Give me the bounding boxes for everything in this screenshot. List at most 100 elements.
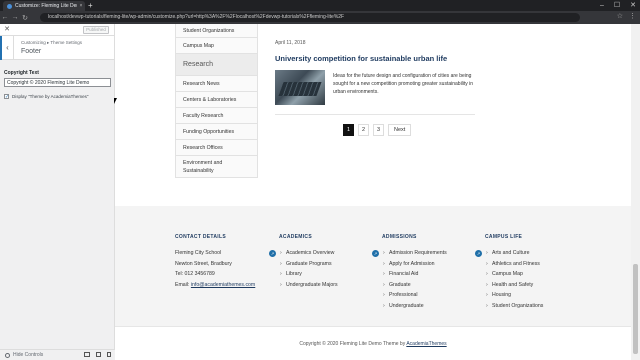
- tab-close-icon[interactable]: ×: [77, 3, 85, 9]
- copyright-text-input[interactable]: [4, 78, 111, 87]
- sidenav-heading[interactable]: Research: [175, 54, 258, 76]
- footer-link[interactable]: Professional: [382, 290, 447, 301]
- campus-life-list: ↗ Arts and Culture Athletics and Fitness…: [475, 248, 543, 312]
- publish-button[interactable]: Published: [83, 26, 109, 34]
- browser-menu-icon[interactable]: ⋮: [629, 12, 636, 20]
- footer-contact-column: CONTACT DETAILS Fleming City School Newt…: [175, 234, 255, 290]
- sidenav-item[interactable]: Centers & Laboratories: [175, 92, 258, 108]
- new-tab-button[interactable]: +: [88, 1, 93, 10]
- minimize-icon[interactable]: –: [600, 0, 604, 11]
- browser-tab[interactable]: Customize: Fleming Lite Demo ×: [3, 1, 85, 11]
- footer-link[interactable]: Library: [279, 269, 338, 280]
- address-bar[interactable]: localhost/devwp-tutorials/fleming-lite/w…: [40, 13, 580, 22]
- back-chevron-icon[interactable]: ‹: [0, 36, 14, 60]
- window-close-icon[interactable]: ✕: [630, 0, 636, 11]
- footer-link[interactable]: Undergraduate: [382, 301, 447, 312]
- news-excerpt: Ideas for the future design and configur…: [333, 73, 474, 95]
- contact-name: Fleming City School: [175, 250, 222, 256]
- footer-campus-life-column: CAMPUS LIFE ↗ Arts and Culture Athletics…: [475, 234, 543, 312]
- display-theme-credit-label: Display "Theme by AcademiaThemes": [12, 94, 89, 99]
- footer-link[interactable]: Admission Requirements: [382, 248, 447, 259]
- admissions-list: ↗ Admission Requirements Apply for Admis…: [372, 248, 447, 312]
- back-arrow-icon[interactable]: ←: [0, 14, 10, 21]
- site-footer: CONTACT DETAILS Fleming City School Newt…: [115, 206, 631, 326]
- footer-link[interactable]: Apply for Admission: [382, 259, 447, 270]
- forward-arrow-icon[interactable]: →: [10, 14, 20, 21]
- footer-link[interactable]: Health and Safety: [485, 280, 543, 291]
- copyright-text: Copyright © 2020 Fleming Lite Demo Theme…: [299, 341, 406, 347]
- hide-controls-button[interactable]: Hide Controls: [5, 352, 43, 358]
- news-title-link[interactable]: University competition for sustainable u…: [275, 54, 447, 63]
- footer-link[interactable]: Financial Aid: [382, 269, 447, 280]
- preview-scrollbar[interactable]: [631, 24, 640, 360]
- pagination: 1 2 3 Next: [343, 124, 412, 136]
- browser-toolbar: ← → ↻ localhost/devwp-tutorials/fleming-…: [0, 11, 640, 24]
- maximize-icon[interactable]: ☐: [614, 0, 620, 11]
- external-link-icon: ↗: [475, 250, 482, 257]
- tab-title: Customize: Fleming Lite Demo: [15, 3, 77, 9]
- contact-address: Newton Street, Bradbury: [175, 260, 232, 267]
- sidenav-item[interactable]: Research News: [175, 76, 258, 92]
- display-theme-credit-option[interactable]: ✓ Display "Theme by AcademiaThemes": [4, 94, 89, 100]
- bookmark-star-icon[interactable]: ☆: [617, 12, 623, 20]
- hide-controls-label: Hide Controls: [13, 352, 44, 358]
- footer-link[interactable]: Campus Map: [485, 269, 543, 280]
- footer-academics-column: ACADEMICS ↗ Academics Overview Graduate …: [269, 234, 338, 291]
- mouse-cursor-icon: [114, 98, 120, 104]
- research-side-nav: Student Organizations Campus Map Researc…: [175, 24, 258, 178]
- tablet-preview-icon[interactable]: [96, 352, 101, 357]
- footer-link[interactable]: Arts and Culture: [485, 248, 543, 259]
- contact-email-label: Email:: [175, 281, 190, 288]
- sidenav-item[interactable]: Student Organizations: [175, 24, 258, 38]
- display-theme-credit-checkbox[interactable]: ✓: [4, 94, 9, 100]
- contact-email-link[interactable]: info@academiathemes.com: [191, 282, 255, 288]
- copyright-text-label: Copyright Text: [4, 70, 39, 76]
- sidenav-item[interactable]: Research Offices: [175, 140, 258, 156]
- footer-link[interactable]: Athletics and Fitness: [485, 259, 543, 270]
- footer-link[interactable]: Academics Overview: [279, 248, 338, 259]
- device-preview-buttons: [84, 352, 111, 357]
- external-link-icon: ↗: [269, 250, 276, 257]
- footer-admissions-column: ADMISSIONS ↗ Admission Requirements Appl…: [372, 234, 447, 312]
- sidenav-item[interactable]: Campus Map: [175, 38, 258, 54]
- academiathemes-link[interactable]: AcademiaThemes: [406, 341, 446, 347]
- next-page-button[interactable]: Next: [388, 124, 412, 136]
- browser-tab-bar: Customize: Fleming Lite Demo × + – ☐ ✕: [0, 0, 640, 11]
- academics-list: ↗ Academics Overview Graduate Programs L…: [269, 248, 338, 291]
- page-2-button[interactable]: 2: [358, 124, 369, 136]
- footer-link[interactable]: Graduate: [382, 280, 447, 291]
- copyright-bar: Copyright © 2020 Fleming Lite Demo Theme…: [115, 326, 631, 360]
- news-thumbnail[interactable]: [275, 70, 325, 105]
- customizer-header: ✕ Published: [0, 24, 114, 36]
- collapse-icon: [5, 352, 10, 358]
- site-preview: Student Organizations Campus Map Researc…: [115, 24, 631, 360]
- footer-admissions-heading: ADMISSIONS: [382, 234, 417, 240]
- reload-icon[interactable]: ↻: [20, 14, 30, 22]
- sidenav-item[interactable]: Environment and Sustainability: [175, 156, 258, 178]
- site-favicon-icon: [7, 3, 12, 9]
- sidenav-item[interactable]: Funding Opportunities: [175, 124, 258, 140]
- mobile-preview-icon[interactable]: [107, 352, 111, 357]
- scrollbar-thumb[interactable]: [633, 264, 638, 354]
- close-customizer-icon[interactable]: ✕: [3, 25, 11, 34]
- toolbar-right: ☆ ⋮: [617, 12, 636, 20]
- footer-link[interactable]: Undergraduate Majors: [279, 280, 338, 291]
- footer-link[interactable]: Graduate Programs: [279, 259, 338, 270]
- contact-email-row: Email: info@academiathemes.com: [175, 280, 255, 291]
- footer-contact-heading: CONTACT DETAILS: [175, 234, 226, 240]
- page-3-button[interactable]: 3: [373, 124, 384, 136]
- footer-link[interactable]: Student Organizations: [485, 301, 543, 312]
- section-title: Footer: [21, 48, 42, 55]
- external-link-icon: ↗: [372, 250, 379, 257]
- divider: [275, 114, 475, 115]
- desktop-preview-icon[interactable]: [84, 352, 90, 357]
- footer-academics-heading: ACADEMICS: [279, 234, 312, 240]
- section-header: ‹ Customizing ▸ Theme Settings Footer: [0, 36, 114, 60]
- breadcrumb: Customizing ▸ Theme Settings: [21, 40, 82, 45]
- window-controls: – ☐ ✕: [600, 0, 636, 11]
- sidenav-item[interactable]: Faculty Research: [175, 108, 258, 124]
- footer-link[interactable]: Housing: [485, 290, 543, 301]
- customizer-footer: Hide Controls: [0, 349, 115, 360]
- page-1-button[interactable]: 1: [343, 124, 354, 136]
- customizer-panel: ✕ Published ‹ Customizing ▸ Theme Settin…: [0, 24, 115, 360]
